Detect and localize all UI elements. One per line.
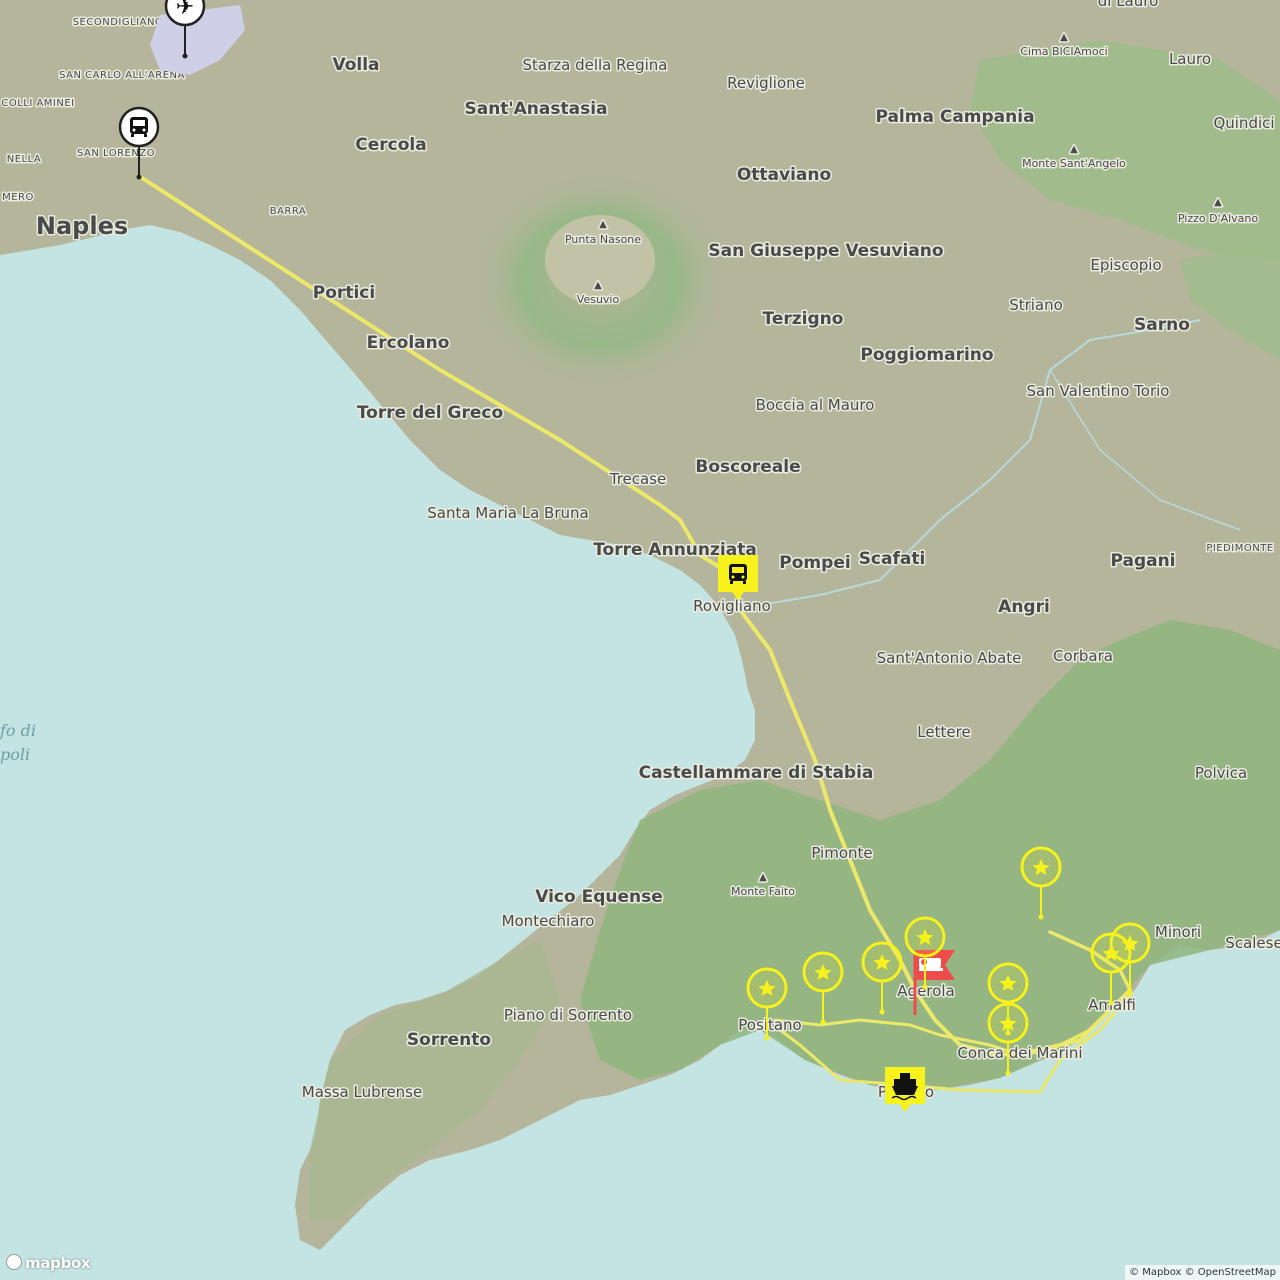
town-starza: Starza della Regina <box>522 56 667 74</box>
district-nella: NELLA <box>7 154 42 165</box>
peak-monte-santangelo-icon: ▲ <box>1070 144 1078 155</box>
town-positano: Positano <box>738 1016 801 1034</box>
town-san-valentino: San Valentino Torio <box>1027 382 1170 400</box>
map-canvas[interactable]: fo di poli SECONDIGLIANO SAN CARLO ALL'A… <box>0 0 1280 1280</box>
town-poggiomarino: Poggiomarino <box>860 345 993 365</box>
peak-monte-faito-icon: ▲ <box>759 872 767 883</box>
town-minori: Minori <box>1155 923 1201 941</box>
peak-cima-icon: ▲ <box>1060 32 1068 43</box>
peak-punta-nasone: Punta Nasone <box>565 233 641 246</box>
town-pagani: Pagani <box>1110 551 1175 571</box>
district-secondigliano: SECONDIGLIANO <box>73 17 164 28</box>
town-rovigliano: Rovigliano <box>693 597 771 615</box>
district-san-carlo: SAN CARLO ALL'ARENA <box>59 70 185 81</box>
district-colli-aminei: COLLI AMINEI <box>1 98 74 109</box>
peak-monte-faito: Monte Faito <box>731 885 795 898</box>
peak-cima: Cima BICIAmoci <box>1020 45 1107 58</box>
town-sorrento: Sorrento <box>407 1030 491 1050</box>
peak-vesuvio-icon: ▲ <box>594 280 602 291</box>
town-torre-del-greco: Torre del Greco <box>357 403 503 423</box>
town-palma-campania: Palma Campania <box>875 107 1034 127</box>
town-lettere: Lettere <box>917 723 970 741</box>
mapbox-logo-icon <box>6 1254 22 1270</box>
town-angri: Angri <box>998 597 1050 617</box>
town-sarno: Sarno <box>1134 315 1190 335</box>
town-piano-di-sorrento: Piano di Sorrento <box>504 1006 632 1024</box>
town-conca: Conca dei Marini <box>957 1044 1082 1062</box>
district-piedimonte: PIEDIMONTE <box>1206 543 1273 554</box>
water-label-golfo-2: poli <box>0 745 30 764</box>
town-ercolano: Ercolano <box>367 333 450 353</box>
town-scalese: Scalese <box>1225 934 1280 952</box>
town-lauro: Lauro <box>1169 50 1211 68</box>
town-boccia: Boccia al Mauro <box>756 396 875 414</box>
town-polvica: Polvica <box>1195 764 1247 782</box>
town-sant-anastasia: Sant'Anastasia <box>464 99 607 119</box>
water-label-golfo-1: fo di <box>0 721 36 740</box>
district-mero: MERO <box>2 192 34 203</box>
town-sant-antonio: Sant'Antonio Abate <box>877 649 1022 667</box>
town-san-giuseppe: San Giuseppe Vesuviano <box>708 241 943 261</box>
bus-icon <box>729 564 747 584</box>
town-reviglione: Reviglione <box>727 74 805 92</box>
town-striano: Striano <box>1009 296 1063 314</box>
peak-pizzo: Pizzo D'Alvano <box>1178 212 1259 225</box>
town-volla: Volla <box>332 55 379 75</box>
town-vico-equense: Vico Equense <box>535 887 663 907</box>
town-trecase: Trecase <box>609 470 667 488</box>
bus-icon <box>130 117 148 137</box>
town-pompei: Pompei <box>779 553 850 573</box>
town-episcopio: Episcopio <box>1090 256 1161 274</box>
town-pimonte: Pimonte <box>811 844 872 862</box>
district-san-lorenzo: SAN LORENZO <box>77 148 155 159</box>
mapbox-logo[interactable]: mapbox <box>6 1254 91 1272</box>
town-montechiaro: Montechiaro <box>502 912 595 930</box>
town-castellammare: Castellammare di Stabia <box>639 763 874 783</box>
town-scafati: Scafati <box>859 549 926 569</box>
town-terzigno: Terzigno <box>763 309 844 329</box>
town-boscoreale: Boscoreale <box>695 457 800 477</box>
town-di-lauro: di Lauro <box>1098 0 1159 10</box>
town-naples: Naples <box>36 212 128 240</box>
town-santa-maria: Santa Maria La Bruna <box>427 504 588 522</box>
mapbox-logo-text: mapbox <box>25 1254 91 1272</box>
peak-monte-santangelo: Monte Sant'Angelo <box>1022 157 1126 170</box>
town-quindici: Quindici <box>1213 114 1274 132</box>
district-barra: BARRA <box>270 206 307 217</box>
town-corbara: Corbara <box>1053 647 1113 665</box>
peak-vesuvio: Vesuvio <box>577 293 620 306</box>
town-massa-lubrense: Massa Lubrense <box>302 1083 422 1101</box>
map-attribution[interactable]: © Mapbox © OpenStreetMap <box>1125 1265 1280 1280</box>
town-ottaviano: Ottaviano <box>737 165 831 185</box>
town-portici: Portici <box>313 283 375 303</box>
peak-punta-nasone-icon: ▲ <box>599 219 607 230</box>
peak-pizzo-icon: ▲ <box>1214 197 1222 208</box>
airplane-icon: ✈ <box>176 0 194 20</box>
town-cercola: Cercola <box>355 135 426 155</box>
bed-icon <box>919 958 943 971</box>
